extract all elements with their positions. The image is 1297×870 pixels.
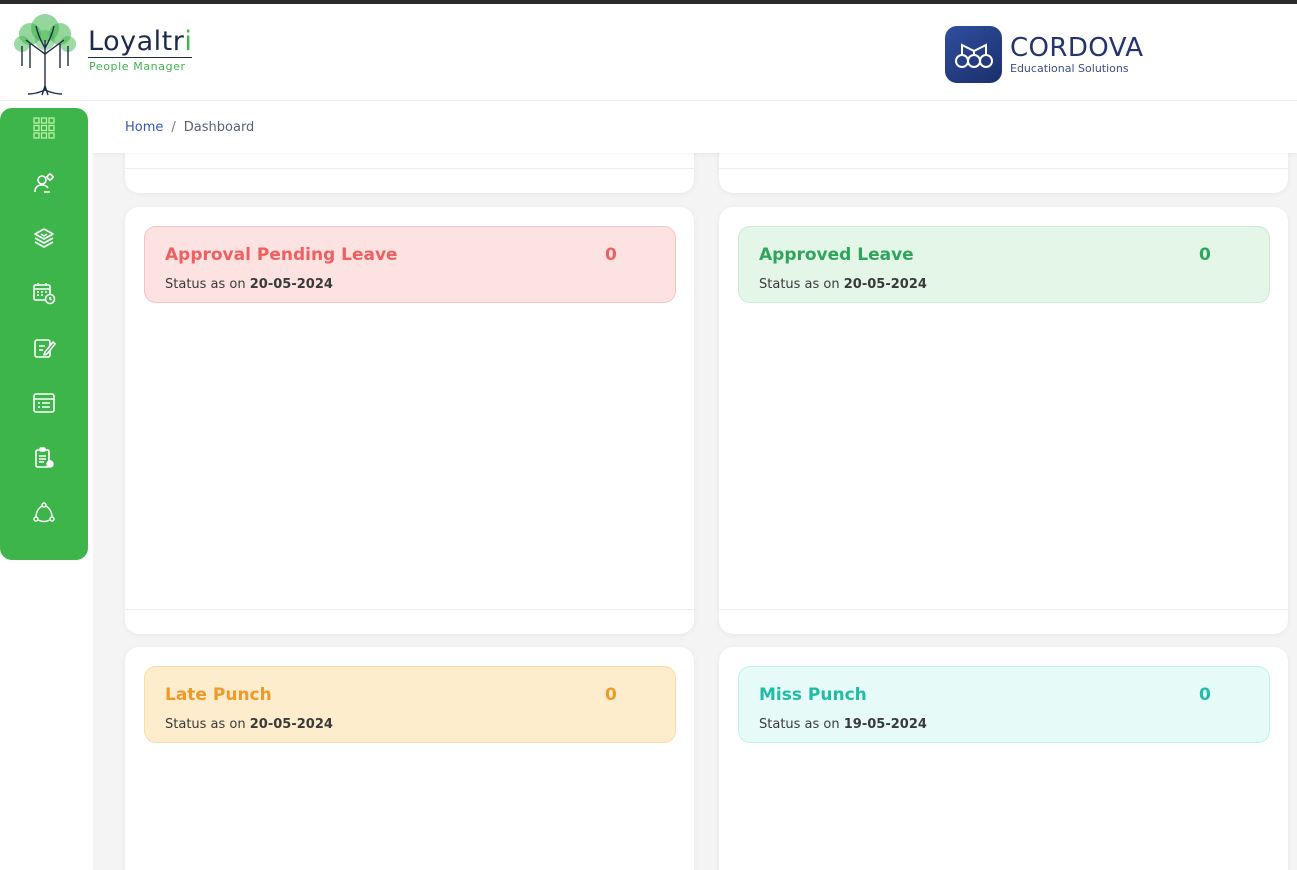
calendar-clock-icon <box>33 283 56 305</box>
partner-subtitle: Educational Solutions <box>1010 62 1129 75</box>
panel-pending-leave: Approval Pending Leave 0 Status as on 20… <box>125 207 694 634</box>
sidebar-item-documents[interactable] <box>22 438 66 478</box>
card-status: Status as on 20-05-2024 <box>759 277 927 292</box>
edit-note-icon <box>34 339 56 358</box>
card-title: Miss Punch <box>759 685 867 705</box>
tree-logo-icon <box>14 14 76 96</box>
sidebar-item-attendance[interactable] <box>22 273 66 313</box>
card-miss-punch[interactable]: Miss Punch 0 Status as on 19-05-2024 <box>738 666 1270 743</box>
partner-name: CORDOVA <box>1010 33 1144 63</box>
brand-name: Loyaltri <box>88 26 193 58</box>
partner-logo: CORDOVA Educational Solutions <box>945 26 1143 83</box>
dashboard-grid-icon <box>33 117 55 139</box>
sidebar-item-employee-settings[interactable] <box>22 163 66 203</box>
list-window-icon <box>33 393 55 413</box>
breadcrumb-home-link[interactable]: Home <box>125 120 163 135</box>
breadcrumb: Home / Dashboard <box>93 101 1297 153</box>
card-count: 0 <box>605 245 617 265</box>
card-title: Approved Leave <box>759 245 914 265</box>
card-approval-pending-leave[interactable]: Approval Pending Leave 0 Status as on 20… <box>144 226 676 303</box>
card-late-punch[interactable]: Late Punch 0 Status as on 20-05-2024 <box>144 666 676 743</box>
panel-late-punch: Late Punch 0 Status as on 20-05-2024 <box>125 647 694 870</box>
sidebar-item-reports[interactable] <box>22 383 66 423</box>
cordova-logo-icon <box>945 26 1002 83</box>
panel-miss-punch: Miss Punch 0 Status as on 19-05-2024 <box>719 647 1288 870</box>
card-title: Late Punch <box>165 685 272 705</box>
sidebar-item-dashboard[interactable] <box>22 108 66 148</box>
brand-logo[interactable]: Loyaltri People Manager <box>8 10 193 96</box>
sidebar-item-requests[interactable] <box>22 328 66 368</box>
card-status: Status as on 20-05-2024 <box>165 717 333 732</box>
network-cycle-icon <box>33 502 55 523</box>
card-count: 0 <box>605 685 617 705</box>
card-approved-leave[interactable]: Approved Leave 0 Status as on 20-05-2024 <box>738 226 1270 303</box>
card-title: Approval Pending Leave <box>165 245 398 265</box>
card-status: Status as on 20-05-2024 <box>165 277 333 292</box>
breadcrumb-current: Dashboard <box>183 119 255 135</box>
card-count: 0 <box>1199 245 1211 265</box>
header: Loyaltri People Manager CORDOVA Educatio… <box>0 4 1297 101</box>
sidebar-item-workflow[interactable] <box>22 493 66 533</box>
brand-subtitle: People Manager <box>89 60 186 73</box>
breadcrumb-separator: / <box>171 119 176 135</box>
panel-approved-leave: Approved Leave 0 Status as on 20-05-2024 <box>719 207 1288 634</box>
user-settings-icon <box>34 173 54 193</box>
layers-icon <box>34 228 54 248</box>
clipboard-icon <box>35 447 54 468</box>
sidebar <box>0 108 88 560</box>
sidebar-item-modules[interactable] <box>22 218 66 258</box>
card-status: Status as on 19-05-2024 <box>759 717 927 732</box>
card-count: 0 <box>1199 685 1211 705</box>
